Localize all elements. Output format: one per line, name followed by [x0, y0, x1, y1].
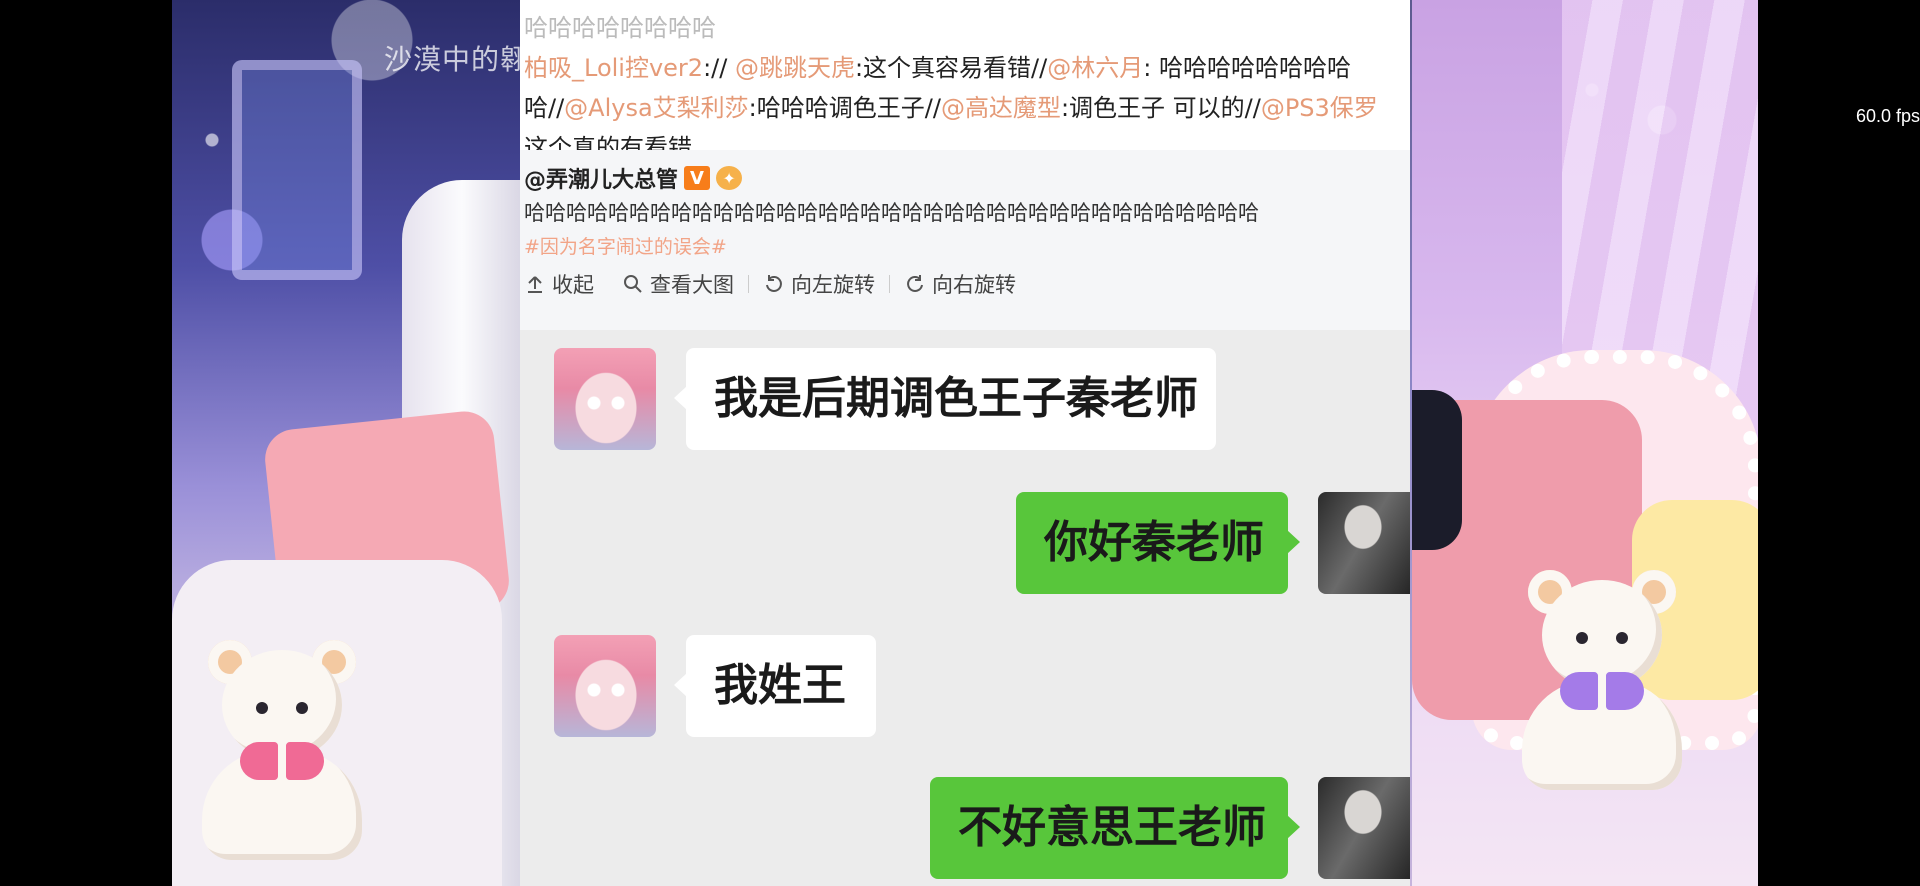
- rotate-right-button[interactable]: 向右旋转: [904, 269, 1016, 299]
- mention-link[interactable]: 柏吸_Loli控ver2: [524, 54, 703, 82]
- verified-badge-icon: V: [684, 166, 711, 190]
- avatar: [554, 635, 656, 737]
- avatar: [554, 348, 656, 450]
- mention-link[interactable]: @跳跳天虎: [735, 54, 855, 82]
- collapse-button[interactable]: 收起: [524, 269, 594, 299]
- post-username[interactable]: @弄潮儿大总管: [524, 162, 678, 194]
- image-toolbar: 收起 查看大图 向左旋转 向右旋转: [524, 264, 1406, 304]
- fps-counter: 60.0 fps: [1855, 106, 1920, 126]
- view-large-label: 查看大图: [650, 273, 734, 297]
- embedded-screenshot: 哈哈哈哈哈哈哈哈 柏吸_Loli控ver2:// @跳跳天虎:这个真容易看错//…: [520, 0, 1410, 886]
- collapse-icon: [528, 276, 542, 293]
- weibo-post: @弄潮儿大总管 V ✦ 哈哈哈哈哈哈哈哈哈哈哈哈哈哈哈哈哈哈哈哈哈哈哈哈哈哈哈哈…: [520, 150, 1410, 330]
- comment-line-3: 哈//@Alysa艾梨利莎:哈哈哈调色王子//@高达魔型:调色王子 可以的//@…: [524, 88, 1406, 128]
- post-topic-hashtag[interactable]: #因为名字闹过的误会#: [524, 230, 1406, 264]
- comment-text: 哈//: [524, 94, 565, 122]
- chat-message-left: 我是后期调色王子秦老师: [554, 348, 1216, 450]
- teddy-bear-right: [1512, 570, 1692, 790]
- chat-message-right: 不好意思王老师: [930, 777, 1410, 879]
- video-frame: 沙漠中的翱翔之雕 bili 哈哈哈哈哈哈哈哈 柏吸_Loli控ver2:// @…: [172, 0, 1758, 886]
- mention-link[interactable]: @林六月: [1047, 54, 1143, 82]
- search-icon: [624, 275, 642, 293]
- comment-line-2: 柏吸_Loli控ver2:// @跳跳天虎:这个真容易看错//@林六月: 哈哈哈…: [524, 48, 1406, 88]
- avatar: [1318, 492, 1410, 594]
- chat-bubble: 我姓王: [674, 635, 876, 737]
- character-hair-dark: [1412, 390, 1462, 550]
- toolbar-divider: [748, 275, 749, 293]
- chat-message-right: 你好秦老师: [1016, 492, 1410, 594]
- chat-bubble: 不好意思王老师: [930, 777, 1300, 879]
- view-large-button[interactable]: 查看大图: [622, 269, 734, 299]
- rotate-right-icon: [907, 275, 923, 292]
- background-right-illustration: [1412, 0, 1758, 886]
- mention-link[interactable]: @Alysa艾梨利莎: [564, 94, 749, 122]
- member-badge-icon: ✦: [716, 166, 743, 190]
- chat-message-left: 我姓王: [554, 635, 876, 737]
- toolbar-divider: [889, 275, 890, 293]
- comment-text: :这个真容易看错//: [854, 54, 1048, 82]
- chat-bubble: 我是后期调色王子秦老师: [674, 348, 1216, 450]
- post-author[interactable]: @弄潮儿大总管 V ✦: [524, 160, 1406, 196]
- chat-bubble: 你好秦老师: [1016, 492, 1300, 594]
- window-decoration: [232, 60, 362, 280]
- collapse-label: 收起: [552, 273, 594, 297]
- rotate-left-button[interactable]: 向左旋转: [763, 269, 875, 299]
- rotate-right-label: 向右旋转: [932, 273, 1016, 297]
- repost-comment-chain: 哈哈哈哈哈哈哈哈 柏吸_Loli控ver2:// @跳跳天虎:这个真容易看错//…: [520, 0, 1410, 162]
- comment-text: :调色王子 可以的//: [1060, 94, 1261, 122]
- comment-text: :哈哈哈调色王子//: [748, 94, 941, 122]
- avatar: [1318, 777, 1410, 879]
- comment-text: ://: [703, 54, 735, 82]
- mention-link[interactable]: @PS3保罗: [1261, 94, 1378, 122]
- purple-bow: [1560, 672, 1644, 710]
- background-left-illustration: [172, 0, 522, 886]
- comment-text: : 哈哈哈哈哈哈哈哈: [1143, 54, 1351, 82]
- pink-bow: [240, 742, 324, 780]
- rotate-left-label: 向左旋转: [791, 273, 875, 297]
- mention-link[interactable]: @高达魔型: [941, 94, 1061, 122]
- teddy-bear-left: [192, 640, 372, 860]
- post-text: 哈哈哈哈哈哈哈哈哈哈哈哈哈哈哈哈哈哈哈哈哈哈哈哈哈哈哈哈哈哈哈哈哈哈哈: [524, 201, 1259, 225]
- rotate-left-icon: [766, 275, 782, 292]
- comment-line-1: 哈哈哈哈哈哈哈哈: [524, 14, 716, 42]
- video-player[interactable]: 沙漠中的翱翔之雕 bili 哈哈哈哈哈哈哈哈 柏吸_Loli控ver2:// @…: [0, 0, 1920, 886]
- chat-screenshot: 我是后期调色王子秦老师 你好秦老师 我姓王 不好意思王老师: [520, 330, 1410, 886]
